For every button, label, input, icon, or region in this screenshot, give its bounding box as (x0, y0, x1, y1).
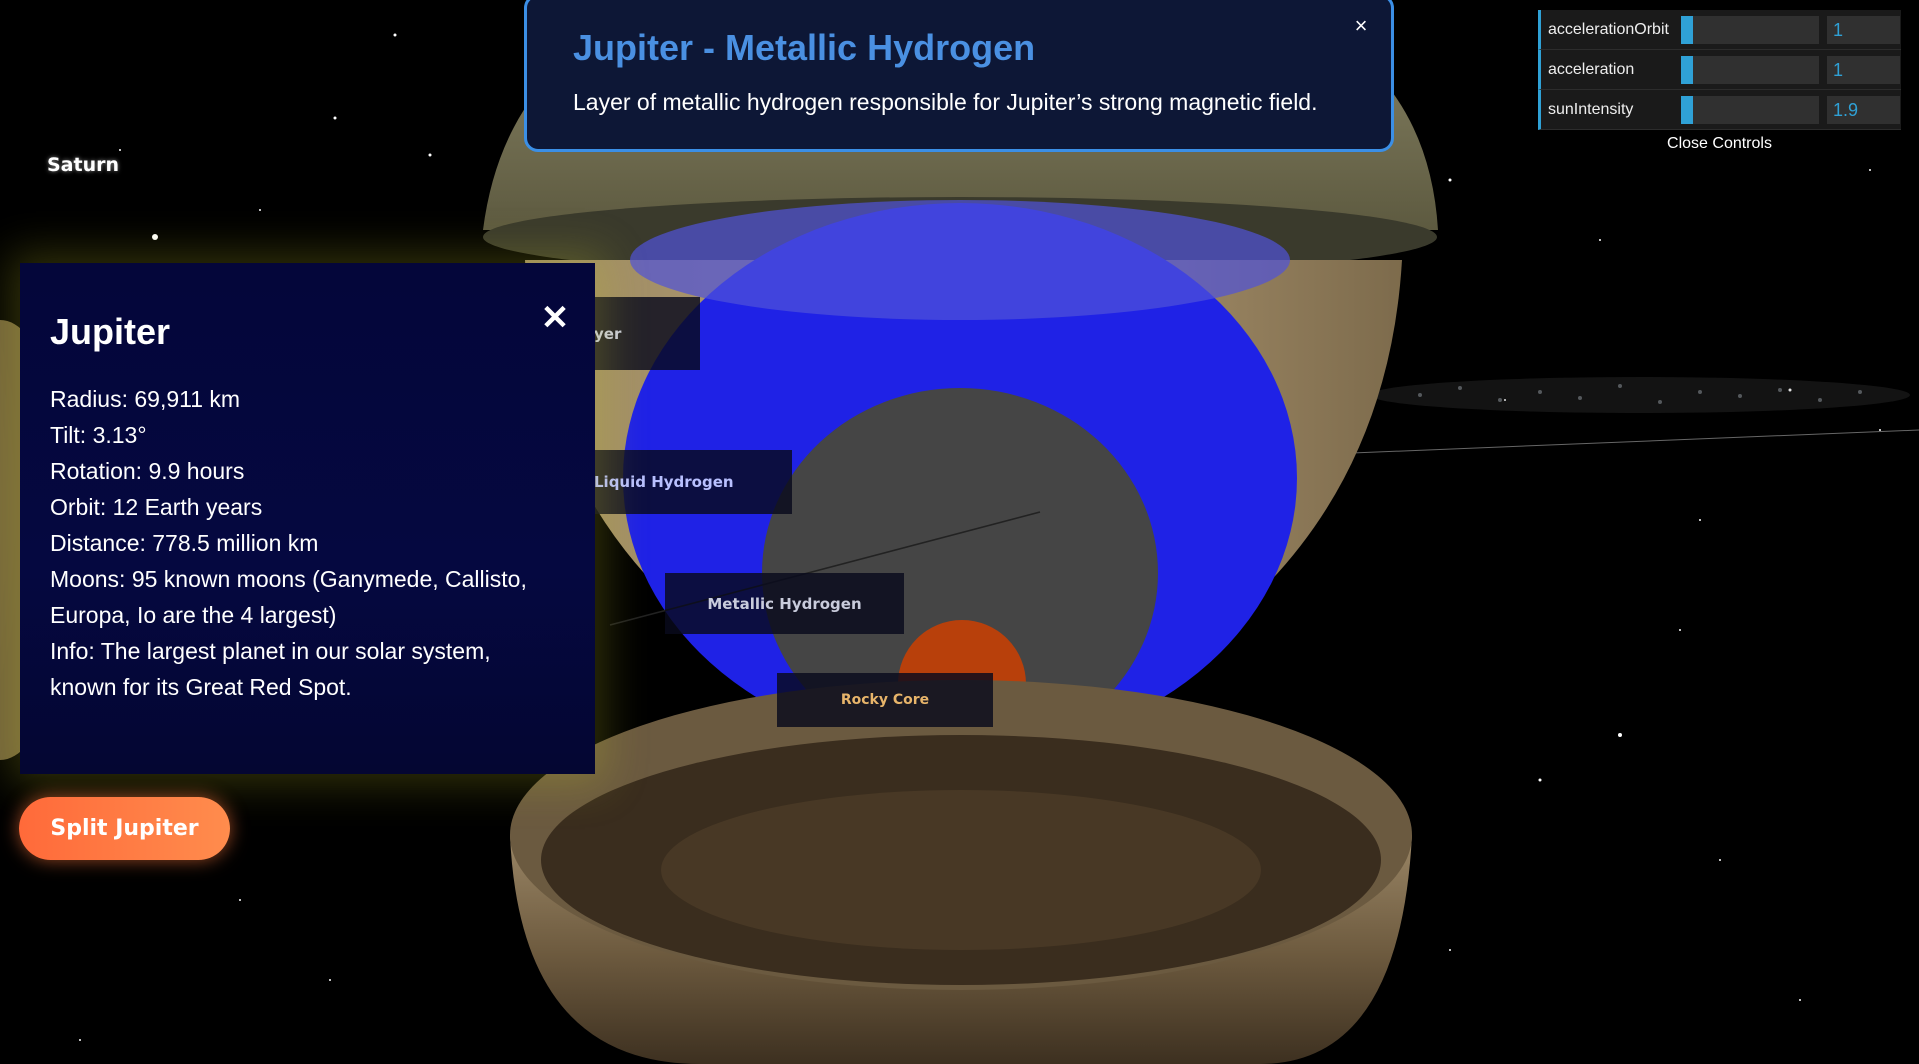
layer-popup-description: Layer of metallic hydrogen responsible f… (573, 89, 1318, 115)
acceleration-input[interactable]: 1 (1827, 55, 1900, 84)
control-row-acceleration: acceleration 1 (1538, 50, 1901, 90)
control-row-acceleration-orbit: accelerationOrbit 1 (1538, 10, 1901, 50)
info-tilt: Tilt: 3.13° (50, 422, 147, 448)
layer-label-liquid-hydrogen[interactable]: Liquid Hydrogen (584, 450, 792, 514)
controls-panel: accelerationOrbit 1 acceleration 1 sunIn… (1538, 10, 1901, 158)
layer-label-rocky-core[interactable]: Rocky Core (777, 673, 993, 727)
acceleration-orbit-slider[interactable] (1681, 15, 1819, 44)
close-icon[interactable]: ✕ (538, 301, 572, 335)
info-rotation: Rotation: 9.9 hours (50, 458, 245, 484)
layer-label-metallic-hydrogen[interactable]: Metallic Hydrogen (665, 573, 904, 634)
info-description-cont: known for its Great Red Spot. (50, 674, 352, 700)
info-orbit: Orbit: 12 Earth years (50, 494, 263, 520)
slider-fill (1681, 55, 1694, 84)
info-description: Info: The largest planet in our solar sy… (50, 638, 491, 664)
control-label: sunIntensity (1548, 100, 1634, 118)
planet-info-panel: ✕ Jupiter Radius: 69,911 km Tilt: 3.13° … (20, 263, 595, 774)
layer-label-outer[interactable]: yer (584, 297, 700, 370)
acceleration-orbit-input[interactable]: 1 (1827, 15, 1900, 44)
info-moons: Moons: 95 known moons (Ganymede, Callist… (50, 566, 527, 592)
sun-intensity-input[interactable]: 1.9 (1827, 95, 1900, 124)
layer-popup-title: Jupiter - Metallic Hydrogen (573, 27, 1036, 68)
jupiter-bottom-shell[interactable] (510, 680, 1412, 1064)
layer-info-popup: × Jupiter - Metallic Hydrogen Layer of m… (524, 0, 1394, 152)
close-controls-button[interactable]: Close Controls (1538, 130, 1901, 158)
control-label: acceleration (1548, 60, 1635, 78)
control-row-sun-intensity: sunIntensity 1.9 (1538, 90, 1901, 130)
sun-intensity-slider[interactable] (1681, 95, 1819, 124)
saturn-label[interactable]: Saturn (47, 154, 119, 176)
control-label: accelerationOrbit (1548, 20, 1669, 38)
split-jupiter-button[interactable]: Split Jupiter (19, 797, 230, 860)
slider-fill (1681, 95, 1694, 124)
info-distance: Distance: 778.5 million km (50, 530, 319, 556)
close-icon[interactable]: × (1349, 11, 1373, 41)
slider-fill (1681, 15, 1694, 44)
info-moons-cont: Europa, Io are the 4 largest) (50, 602, 337, 628)
info-radius: Radius: 69,911 km (50, 386, 241, 412)
asteroid-belt (1370, 377, 1910, 413)
planet-title: Jupiter (50, 311, 171, 352)
acceleration-slider[interactable] (1681, 55, 1819, 84)
